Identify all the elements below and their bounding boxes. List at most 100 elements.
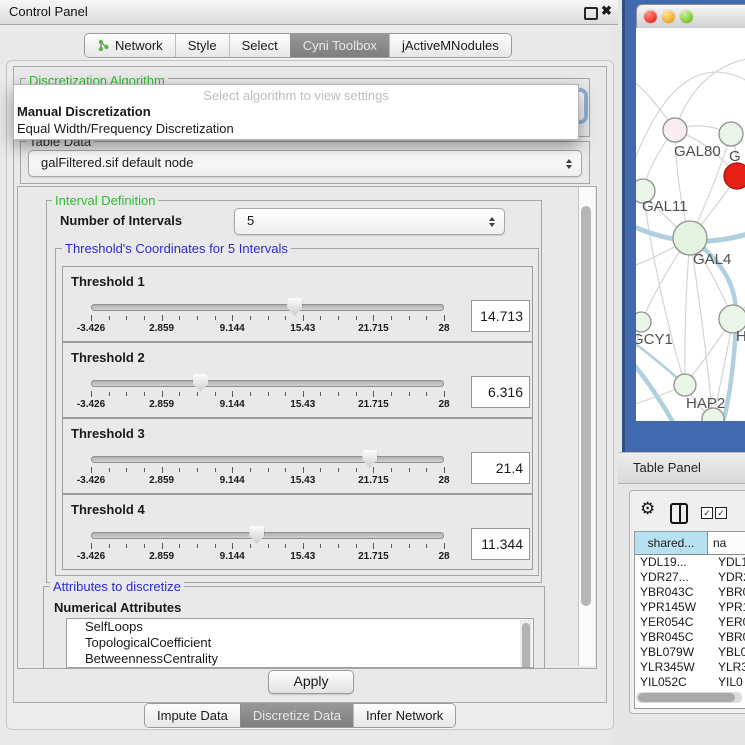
- slider-tick: [268, 544, 269, 548]
- table-cell[interactable]: YDL1: [712, 555, 745, 570]
- checkbox-icon[interactable]: ✓: [701, 507, 713, 519]
- slider-track[interactable]: [91, 380, 444, 387]
- table-cell[interactable]: YBR0: [712, 585, 745, 600]
- tab-discretize-data[interactable]: Discretize Data: [240, 704, 353, 727]
- dropdown-option-equal-width-frequency[interactable]: Equal Width/Frequency Discretization: [17, 121, 234, 136]
- tab-jactivemnodules[interactable]: jActiveMNodules: [389, 34, 511, 57]
- float-window-icon[interactable]: [584, 7, 598, 20]
- slider-tick: [91, 391, 92, 397]
- slider-scale-label: 28: [438, 399, 449, 410]
- table-data-combobox[interactable]: galFiltered.sif default node: [28, 150, 582, 177]
- slider-scale-label: 9.144: [220, 323, 245, 334]
- network-node[interactable]: [663, 118, 687, 142]
- table-cell[interactable]: YDL19...: [635, 555, 712, 570]
- table-cell[interactable]: YBR0: [712, 630, 745, 645]
- close-traffic-light-icon[interactable]: [644, 10, 657, 23]
- threshold-slider[interactable]: -3.4262.8599.14415.4321.71528: [91, 449, 444, 489]
- threshold-value-field[interactable]: 6.316: [471, 376, 530, 408]
- threshold-value-field[interactable]: 11.344: [471, 528, 530, 560]
- tab-infer-network[interactable]: Infer Network: [353, 704, 455, 727]
- threshold-value-field[interactable]: 14.713: [471, 300, 530, 332]
- tab-cyni-toolbox[interactable]: Cyni Toolbox: [290, 34, 389, 57]
- network-node[interactable]: [636, 312, 651, 332]
- network-window-titlebar[interactable]: [636, 4, 745, 30]
- table-row[interactable]: YBR043CYBR0: [635, 585, 745, 600]
- network-graph[interactable]: GAL80 G GAL11 GAL4 GCY1 H HAP2: [636, 28, 745, 421]
- network-node[interactable]: [719, 122, 743, 146]
- table-row[interactable]: YIL052CYIL0: [635, 675, 745, 690]
- list-scrollbar[interactable]: [520, 620, 532, 666]
- slider-track[interactable]: [91, 532, 444, 539]
- slider-track[interactable]: [91, 304, 444, 311]
- column-header-name[interactable]: na: [708, 532, 745, 554]
- checkbox-icon[interactable]: ✓: [715, 507, 727, 519]
- dropdown-option-manual-discretization[interactable]: Manual Discretization: [17, 104, 151, 119]
- zoom-traffic-light-icon[interactable]: [680, 10, 693, 23]
- gear-icon[interactable]: ⚙: [640, 500, 655, 517]
- combo-arrows-icon: [566, 159, 572, 169]
- threshold-slider[interactable]: -3.4262.8599.14415.4321.71528: [91, 373, 444, 413]
- number-of-intervals-combobox[interactable]: 5: [234, 208, 505, 235]
- close-panel-icon[interactable]: ✖: [601, 3, 612, 19]
- threshold-slider[interactable]: -3.4262.8599.14415.4321.71528: [91, 297, 444, 337]
- slider-tick: [303, 315, 304, 321]
- table-cell[interactable]: YER0: [712, 615, 745, 630]
- slider-thumb[interactable]: [193, 374, 208, 392]
- table-cell[interactable]: YLR345W: [635, 660, 712, 675]
- slider-tick: [179, 392, 180, 396]
- table-row[interactable]: YBR045CYBR0: [635, 630, 745, 645]
- table-cell[interactable]: YIL052C: [635, 675, 712, 690]
- network-node-selected[interactable]: [724, 163, 745, 189]
- slider-thumb[interactable]: [249, 526, 264, 544]
- table-row[interactable]: YDR27...YDR2: [635, 570, 745, 585]
- table-cell[interactable]: YBR043C: [635, 585, 712, 600]
- slider-thumb[interactable]: [362, 450, 377, 468]
- table-cell[interactable]: YBL0: [712, 645, 745, 660]
- tab-network[interactable]: Network: [85, 34, 175, 57]
- tab-impute-data[interactable]: Impute Data: [145, 704, 240, 727]
- tab-select[interactable]: Select: [229, 34, 290, 57]
- threshold-slider[interactable]: -3.4262.8599.14415.4321.71528: [91, 525, 444, 565]
- table-row[interactable]: YLR345WYLR3: [635, 660, 745, 675]
- table-row[interactable]: YPR145WYPR1: [635, 600, 745, 615]
- list-scrollbar-thumb[interactable]: [522, 623, 530, 668]
- table-cell[interactable]: YER054C: [635, 615, 712, 630]
- table-row[interactable]: YBL079WYBL0: [635, 645, 745, 660]
- tab-label: jActiveMNodules: [402, 34, 499, 57]
- minimize-traffic-light-icon[interactable]: [662, 10, 675, 23]
- table-cell[interactable]: YPR145W: [635, 600, 712, 615]
- network-icon: [97, 39, 110, 52]
- table-cell[interactable]: YDR2: [712, 570, 745, 585]
- apply-button[interactable]: Apply: [268, 670, 354, 694]
- slider-thumb[interactable]: [287, 298, 302, 316]
- attribute-list-item[interactable]: TopologicalCoefficient: [67, 635, 533, 651]
- attribute-list-item[interactable]: SelfLoops: [67, 619, 533, 635]
- slider-tick: [268, 316, 269, 320]
- table-cell[interactable]: YBR045C: [635, 630, 712, 645]
- slider-scale-label: 9.144: [220, 475, 245, 486]
- column-header-shared-name[interactable]: shared...: [635, 532, 708, 554]
- table-cell[interactable]: YDR27...: [635, 570, 712, 585]
- table-cell[interactable]: YIL0: [712, 675, 745, 690]
- network-node[interactable]: [674, 374, 696, 396]
- vertical-scrollbar-thumb[interactable]: [581, 206, 591, 606]
- network-view[interactable]: GAL80 G GAL11 GAL4 GCY1 H HAP2: [636, 28, 745, 421]
- table-cell[interactable]: YLR3: [712, 660, 745, 675]
- numerical-attributes-list[interactable]: SelfLoopsTopologicalCoefficientBetweenne…: [66, 618, 534, 668]
- tab-label: Cyni Toolbox: [303, 34, 377, 57]
- tab-style[interactable]: Style: [175, 34, 229, 57]
- combo-arrows-icon: [489, 217, 495, 227]
- network-node[interactable]: [673, 221, 707, 255]
- table-panel-title: Table Panel: [633, 460, 701, 475]
- slider-track[interactable]: [91, 456, 444, 463]
- attribute-list-item[interactable]: BetweennessCentrality: [67, 651, 533, 667]
- table-cell[interactable]: YBL079W: [635, 645, 712, 660]
- slider-tick: [91, 467, 92, 473]
- table-row[interactable]: YER054CYER0: [635, 615, 745, 630]
- table-horizontal-scrollbar-thumb[interactable]: [638, 693, 735, 702]
- slider-tick: [356, 316, 357, 320]
- threshold-value-field[interactable]: 21.4: [471, 452, 530, 484]
- table-row[interactable]: YDL19...YDL1: [635, 555, 745, 570]
- table-cell[interactable]: YPR1: [712, 600, 745, 615]
- columns-icon[interactable]: [670, 503, 688, 524]
